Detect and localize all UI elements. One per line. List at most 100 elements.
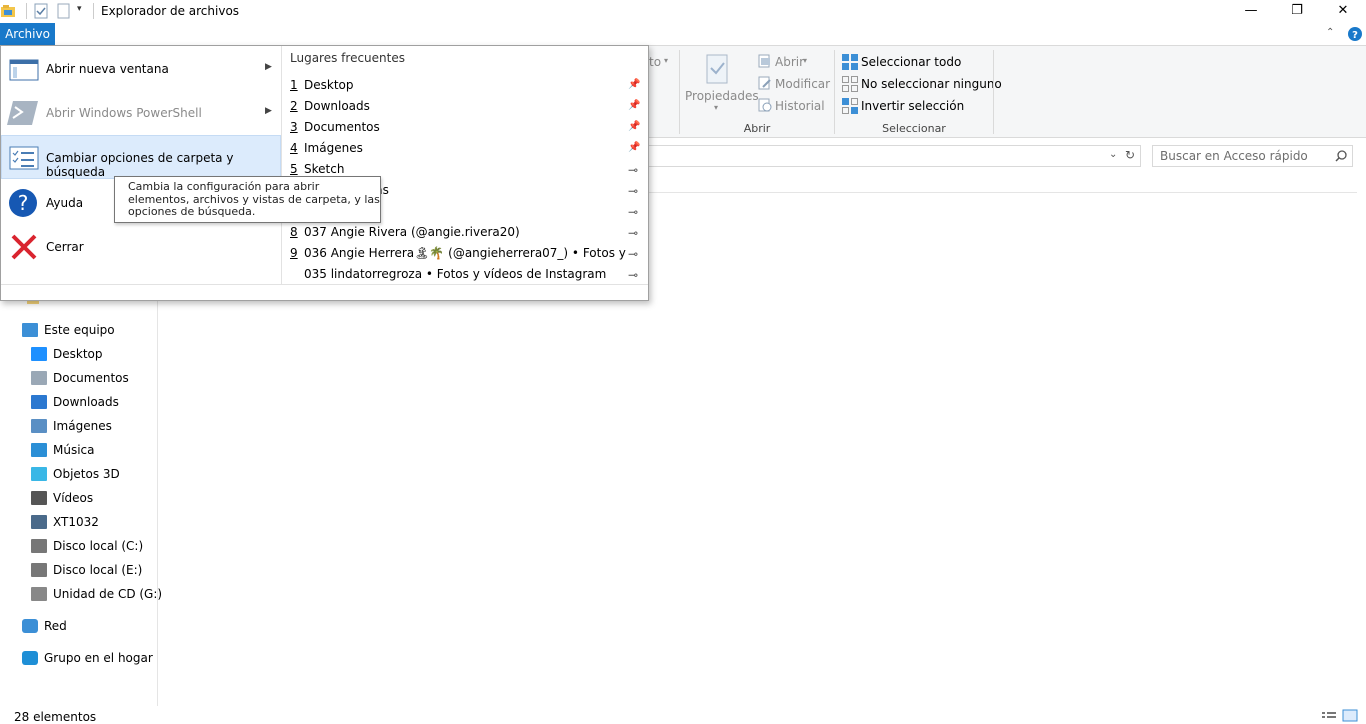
frequent-place-number: 1 <box>290 78 298 92</box>
select-all-icon <box>842 54 858 70</box>
nav-item-label: Este equipo <box>44 323 115 337</box>
properties-button[interactable]: Propiedades <box>685 89 759 103</box>
customize-toolbar-chevron-icon[interactable]: ▾ <box>77 4 82 14</box>
address-dropdown-chevron-icon[interactable]: ⌄ <box>1109 149 1117 160</box>
homegroup-icon <box>22 651 38 665</box>
menu-item-folder-options[interactable]: Cambiar opciones de carpeta y búsqueda <box>1 135 281 179</box>
properties-icon <box>706 54 728 84</box>
videos-icon <box>31 491 47 505</box>
file-menu-footer <box>1 284 648 300</box>
search-placeholder: Buscar en Acceso rápido <box>1160 149 1308 163</box>
details-view-icon[interactable] <box>1321 710 1337 722</box>
address-bar[interactable]: ⌄ ↻ <box>600 145 1141 167</box>
unpinned-icon[interactable]: ⊸ <box>628 226 640 240</box>
frequent-place-name: Desktop <box>304 78 354 92</box>
select-all-button[interactable]: Seleccionar todo <box>861 55 961 69</box>
frequent-place-item[interactable]: 8 037 Angie Rivera (@angie.rivera20) <box>290 225 630 243</box>
frequent-places-title: Lugares frecuentes <box>290 51 405 65</box>
network-icon <box>22 619 38 633</box>
menu-item-label: Abrir nueva ventana <box>46 62 169 76</box>
file-tab[interactable]: Archivo <box>0 23 55 46</box>
unpinned-icon[interactable]: ⊸ <box>628 247 640 261</box>
frequent-place-item[interactable]: 1 Desktop <box>290 78 630 96</box>
frequent-place-item[interactable]: 9 036 Angie Herrera🏝🌴 (@angieherrera07_) … <box>290 246 630 264</box>
history-button[interactable]: Historial <box>775 99 825 113</box>
menu-item-close[interactable]: Cerrar <box>1 225 281 269</box>
help-icon: ? <box>9 189 37 217</box>
pinned-icon[interactable]: 📌 <box>628 79 640 93</box>
unpinned-icon[interactable]: ⊸ <box>628 205 640 219</box>
frequent-place-name: 037 Angie Rivera (@angie.rivera20) <box>304 225 520 239</box>
frequent-place-name: 036 Angie Herrera🏝🌴 (@angieherrera07_) •… <box>304 246 630 260</box>
pinned-icon[interactable]: 📌 <box>628 100 640 114</box>
svg-text:?: ? <box>18 191 29 215</box>
window-title: Explorador de archivos <box>101 4 240 18</box>
menu-item-label: Cambiar opciones de carpeta y búsqueda <box>46 151 234 179</box>
nav-item-label: XT1032 <box>53 515 99 529</box>
edit-icon <box>758 76 771 90</box>
close-x-icon <box>11 234 37 260</box>
help-circle-icon[interactable]: ? <box>1348 27 1362 41</box>
nav-item-label: Disco local (C:) <box>53 539 144 553</box>
open-button[interactable]: Abrir <box>775 55 804 69</box>
frequent-place-number: 8 <box>290 225 298 239</box>
properties-check-icon[interactable] <box>34 3 50 19</box>
frequent-place-item[interactable]: 035 lindatorregroza • Fotos y vídeos de … <box>290 267 630 285</box>
powershell-icon <box>7 101 38 125</box>
title-bar: ▾ Explorador de archivos — ❐ ✕ <box>0 0 1366 23</box>
close-window-button[interactable]: ✕ <box>1320 0 1366 23</box>
dropdown-chevron-icon: ▾ <box>803 56 808 65</box>
desktop-icon <box>31 347 47 361</box>
svg-text:?: ? <box>1352 30 1358 41</box>
frequent-place-name: Sketch <box>304 162 345 176</box>
folder-app-icon[interactable] <box>0 4 16 20</box>
minimize-button[interactable]: — <box>1228 0 1274 23</box>
frequent-place-item[interactable]: 4 Imágenes <box>290 141 630 159</box>
menu-item-label: Ayuda <box>46 196 84 210</box>
refresh-icon[interactable]: ↻ <box>1125 148 1135 162</box>
frequent-place-number: 9 <box>290 246 298 260</box>
frequent-place-item[interactable]: 2 Downloads <box>290 99 630 117</box>
menu-item-new-window[interactable]: Abrir nueva ventana ▶ <box>1 47 281 91</box>
pinned-icon[interactable]: 📌 <box>628 142 640 156</box>
frequent-place-number: 3 <box>290 120 298 134</box>
frequent-place-name: 035 lindatorregroza • Fotos y vídeos de … <box>304 267 607 281</box>
unpinned-icon[interactable]: ⊸ <box>628 184 640 198</box>
nav-item-label: Grupo en el hogar <box>44 651 153 665</box>
phone-icon <box>31 515 47 529</box>
collapse-ribbon-chevron-icon[interactable]: ⌃ <box>1326 27 1334 38</box>
folder-options-icon <box>9 146 39 170</box>
divider <box>26 3 27 19</box>
hidden-ribbon-button-partial[interactable]: to <box>649 55 661 69</box>
nav-item-label: Unidad de CD (G:) <box>53 587 163 601</box>
history-icon <box>758 98 772 112</box>
documents-icon <box>31 371 47 385</box>
frequent-place-number: 4 <box>290 141 298 155</box>
frequent-place-item[interactable]: 3 Documentos <box>290 120 630 138</box>
dropdown-chevron-icon: ▾ <box>664 56 669 65</box>
menu-item-powershell[interactable]: Abrir Windows PowerShell ▶ <box>1 91 281 135</box>
invert-selection-button[interactable]: Invertir selección <box>861 99 964 113</box>
group-label-seleccionar: Seleccionar <box>882 122 946 135</box>
nav-item-label: Vídeos <box>53 491 94 505</box>
divider <box>93 3 94 19</box>
unpinned-icon[interactable]: ⊸ <box>628 268 640 282</box>
menu-item-label: Cerrar <box>46 240 84 254</box>
nav-item-label: Objetos 3D <box>53 467 120 481</box>
group-label-abrir: Abrir <box>743 122 771 135</box>
open-icon <box>758 54 770 68</box>
select-none-button[interactable]: No seleccionar ninguno <box>861 77 1002 91</box>
unpinned-icon[interactable]: ⊸ <box>628 163 640 177</box>
search-icon[interactable] <box>1335 150 1347 162</box>
new-folder-icon[interactable] <box>57 3 73 19</box>
pictures-icon <box>31 419 47 433</box>
maximize-button[interactable]: ❐ <box>1274 0 1320 23</box>
column-header-divider <box>649 192 1357 193</box>
edit-button[interactable]: Modificar <box>775 77 830 91</box>
new-window-icon <box>9 59 39 81</box>
pinned-icon[interactable]: 📌 <box>628 121 640 135</box>
frequent-place-name: Downloads <box>304 99 370 113</box>
large-icons-view-icon[interactable] <box>1342 709 1358 722</box>
submenu-arrow-icon: ▶ <box>265 62 272 72</box>
frequent-place-number: 2 <box>290 99 298 113</box>
